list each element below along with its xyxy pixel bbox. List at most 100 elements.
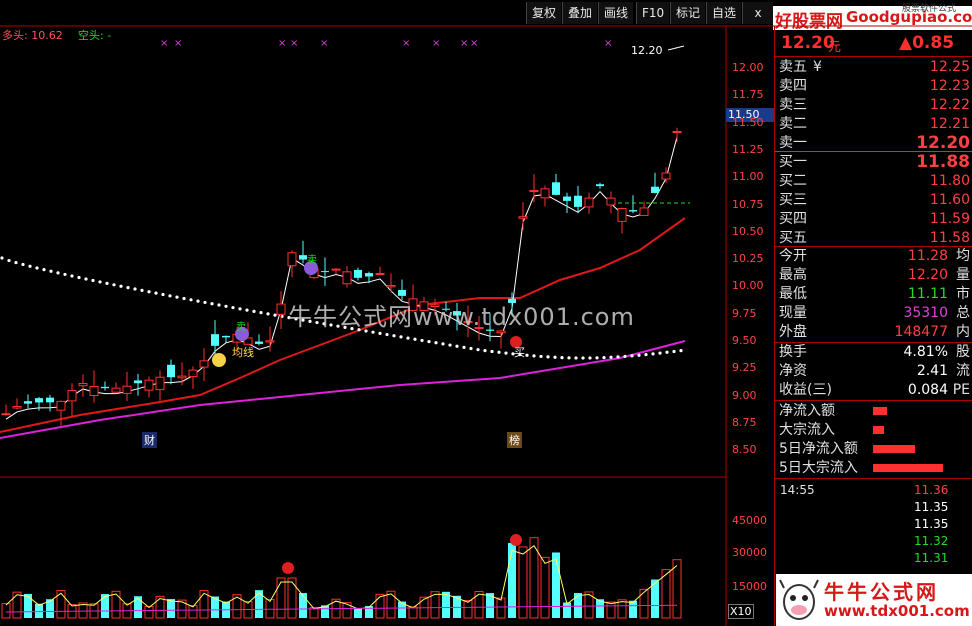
candle-body [155,376,165,391]
candle-body [255,341,263,344]
tick-price: 11.31 [914,551,949,565]
volume-signal-icon-2 [282,562,294,574]
dot [651,352,655,356]
currency-icon: ¥ [813,59,822,75]
candle-body [398,289,406,296]
sell-label: 卖 [236,322,246,333]
candle-body [529,189,539,192]
dot [637,353,641,357]
dot [602,355,606,360]
quote-row: 买一 11.88 [779,153,972,172]
x-mark-icon: × [278,38,286,49]
volume-bar [111,590,121,619]
dot [504,351,508,355]
candle-body [518,216,528,219]
candle-body [144,379,154,391]
volume-bar [474,591,484,619]
price-axis-label: 8.50 [732,443,757,457]
dot [595,356,599,360]
candle-body [89,386,99,397]
quote-row: 收益(三) 0.084 PE [779,381,972,400]
high-leader-line [667,45,685,51]
quote-row: 最低 11.11 市 [779,285,972,304]
candle-body [672,131,682,134]
mark-bang[interactable]: 榜 [507,432,522,448]
volume-bar [167,599,175,618]
quote-row-value: 12.22 [929,97,970,113]
buy-label: 买 [514,346,525,359]
dot [133,287,137,291]
candle-body [629,210,637,212]
volume-bar [518,546,528,619]
quote-row: 现量 35310 总 [779,304,972,323]
quote-row-label: 最高 [779,267,807,283]
dot [455,344,459,348]
mark-cai[interactable]: 财 [142,432,157,448]
candle-body [354,269,362,278]
tick-price: 11.36 [914,483,949,497]
dot [434,341,438,345]
volume-bar [672,559,682,619]
dot [623,354,627,359]
quote-row-label: 净流入额 [779,403,835,419]
dot [7,258,11,263]
dot [546,355,550,359]
candle-body [287,252,297,267]
dot [147,290,151,294]
candle-body [563,196,571,201]
chip-label: 均线 [232,346,254,359]
quote-row: 卖五 ¥12.25 [779,58,972,77]
dot [497,350,501,354]
candle-body [222,335,230,338]
flow-bar [873,464,943,472]
dot [105,281,109,285]
volume-bar [24,593,32,618]
cow-logo-icon [779,579,819,620]
dot [91,278,95,283]
volume-bar [386,590,396,619]
x-mark-icon: × [290,38,298,49]
quote-row-label: 大宗流入 [779,422,835,438]
price-axis-label: 9.50 [732,334,757,347]
quote-row-value: 12.23 [929,78,970,94]
dot [665,350,669,354]
dot [161,292,165,297]
candle-body [56,400,66,411]
tick-time: 14:55 [780,483,815,497]
candle-body [386,284,396,288]
quote-row-value: 11.80 [929,173,970,189]
dot [245,308,249,312]
candle-body [276,303,286,315]
volume-bar [629,600,637,618]
quote-row-label: 现量 [779,305,807,321]
dot [644,352,648,357]
brand-box: 牛牛公式网 www.tdx001.com [776,574,972,626]
price-axis-label: 10.25 [732,252,764,266]
quote-row-label: 买二 [779,173,807,189]
quote-row-value: 0.084 [907,382,948,398]
volume-bar [639,588,649,619]
volume-bar [188,605,198,619]
candle-body [265,340,275,343]
volume-unit[interactable]: X10 [728,604,754,619]
candle-body [651,186,659,193]
price-axis-label: 10.50 [732,224,764,238]
dot [126,286,130,290]
volume-bar [12,591,22,619]
quote-row-value: 11.28 [907,248,948,264]
brand-url: www.tdx001.com [824,602,970,620]
candle-body [375,272,385,275]
volume-bar [276,577,286,619]
quote-row: 买三 11.60 [779,191,972,210]
quote-row-right-label: PE [952,382,970,398]
flow-bar [873,407,887,415]
quote-row-label: 买四 [779,211,807,227]
dot [56,271,60,275]
dot [567,356,571,360]
dot [385,332,389,337]
dot [238,307,242,311]
dot [378,331,382,335]
dot [273,313,277,317]
candle-body [321,271,329,273]
dot [140,288,144,292]
